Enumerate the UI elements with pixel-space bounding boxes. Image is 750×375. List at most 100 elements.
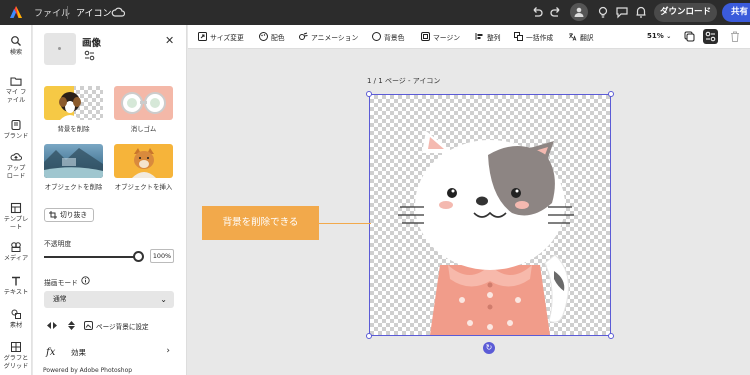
rail-templates[interactable]: テンプレート [0,202,32,232]
remove-background-option[interactable]: 背景を削除 [44,86,103,133]
crop-icon [49,211,57,219]
chevron-down-icon: ⌄ [666,33,672,40]
search-icon [11,36,21,46]
opacity-slider-thumb[interactable] [133,251,144,262]
divider [67,6,68,19]
remove-object-option[interactable]: オブジェクトを削除 [44,144,103,191]
undo-icon[interactable] [530,5,544,19]
panel-title: 画像 [82,38,102,49]
flip-vertical-icon[interactable] [67,321,76,330]
artboard[interactable] [366,91,614,339]
share-button[interactable]: 共有 [722,3,750,22]
align-button[interactable]: 整列 [475,32,501,42]
rail-label: アップ ロード [6,165,26,180]
margin-button[interactable]: マージン [421,32,460,42]
rail-label: テンプレート [3,216,29,231]
background-color-icon [372,32,381,41]
cloud-icon [111,7,125,17]
document-name[interactable]: アイコン [76,6,112,19]
upload-cloud-icon [10,153,22,161]
effects-row[interactable]: fx 効果 › [44,344,174,364]
resize-handle-bottom-left[interactable] [366,333,372,339]
canvas-toolbar: サイズ変更 配色 アニメーション 背景色 マージン 整列 一括作成 翻訳 51%… [188,25,750,49]
opacity-slider-track[interactable] [44,256,138,258]
top-bar: ファイル アイコン ダウンロード 共有 [0,0,750,25]
download-button[interactable]: ダウンロード [654,3,717,22]
rail-label: テキスト [3,289,29,296]
resize-icon [198,32,207,41]
remove-object-thumbnail [44,144,103,178]
rail-brand[interactable]: ブランド [0,119,32,141]
close-icon[interactable]: ✕ [165,34,174,47]
brand-icon [11,119,21,131]
margin-label: マージン [433,34,461,42]
blend-mode-select[interactable]: 通常 ⌄ [44,291,174,308]
redo-icon[interactable] [549,5,563,19]
set-background-label[interactable]: ページ背景に設定 [96,321,149,331]
folder-icon [10,77,22,86]
background-color-button[interactable]: 背景色 [372,32,404,42]
info-icon[interactable] [81,276,90,285]
animation-button[interactable]: アニメーション [299,32,358,42]
color-label: 配色 [271,34,285,42]
file-menu[interactable]: ファイル [34,6,70,19]
image-panel: 画像 ✕ 背景を削除 消しゴム オブジェクトを削除 オブジェクトを挿入 切り抜き… [33,25,187,375]
effects-label: 効果 [71,348,86,357]
eraser-option[interactable]: 消しゴム [114,86,173,133]
callout-connector [319,223,371,224]
resize-handle-bottom-right[interactable] [608,333,614,339]
adjust-panel-toggle[interactable] [703,29,718,44]
eraser-thumbnail [114,86,173,120]
rail-label: マイ ファイル [5,89,27,104]
avatar[interactable] [570,3,588,21]
blend-mode-value: 通常 [53,295,67,303]
rail-elements[interactable]: 素材 [0,308,32,330]
user-icon [574,7,584,17]
rail-search[interactable]: 検索 [0,35,32,57]
cat-illustration[interactable] [370,95,610,335]
layers-icon[interactable] [684,31,695,42]
rail-text[interactable]: テキスト [0,275,32,297]
opacity-value-field[interactable]: 100% [150,249,174,263]
adjust-icon [705,31,716,42]
palette-icon [259,32,268,41]
rail-upload[interactable]: アップ ロード [0,151,32,181]
bulk-create-button[interactable]: 一括作成 [514,32,553,42]
grid-icon [11,342,21,352]
rail-grids[interactable]: グラフと グリッド [0,341,32,371]
animation-label: アニメーション [311,34,359,42]
set-background-icon[interactable] [84,321,93,330]
rail-media[interactable]: メディア [0,241,32,263]
resize-handle-top-left[interactable] [366,91,372,97]
comment-icon[interactable] [615,5,629,19]
crop-button[interactable]: 切り抜き [44,208,94,222]
option-label: 消しゴム [130,125,157,133]
rotate-handle[interactable]: ↻ [483,342,495,354]
background-color-label: 背景色 [384,34,405,42]
adjust-icon[interactable] [84,50,95,61]
rail-my-files[interactable]: マイ ファイル [0,75,32,105]
lightbulb-icon[interactable] [596,5,610,19]
rail-label: 素材 [9,322,23,329]
page-label: 1 / 1 ページ - アイコン [367,77,441,85]
bell-icon[interactable] [634,5,648,19]
chevron-right-icon: › [166,346,170,356]
color-button[interactable]: 配色 [259,32,285,42]
resize-button[interactable]: サイズ変更 [198,32,244,42]
trash-icon[interactable] [730,31,740,42]
adobe-express-logo[interactable] [9,5,23,19]
rail-label: ブランド [3,133,29,140]
zoom-level[interactable]: 51% ⌄ [647,32,671,40]
rail-label: グラフと グリッド [3,355,29,370]
text-icon [12,276,20,286]
align-icon [475,33,483,40]
translate-button[interactable]: 翻訳 [568,32,594,42]
fx-icon: fx [46,347,56,358]
resize-handle-top-right[interactable] [608,91,614,97]
insert-object-option[interactable]: オブジェクトを挿入 [114,144,173,191]
left-rail: 検索 マイ ファイル ブランド アップ ロード テンプレート メディア テキスト… [0,25,32,375]
powered-by-text: Powered by Adobe Photoshop [43,367,133,374]
insert-object-thumbnail [114,144,173,178]
bulk-create-icon [514,32,523,41]
flip-horizontal-icon[interactable] [47,321,57,330]
